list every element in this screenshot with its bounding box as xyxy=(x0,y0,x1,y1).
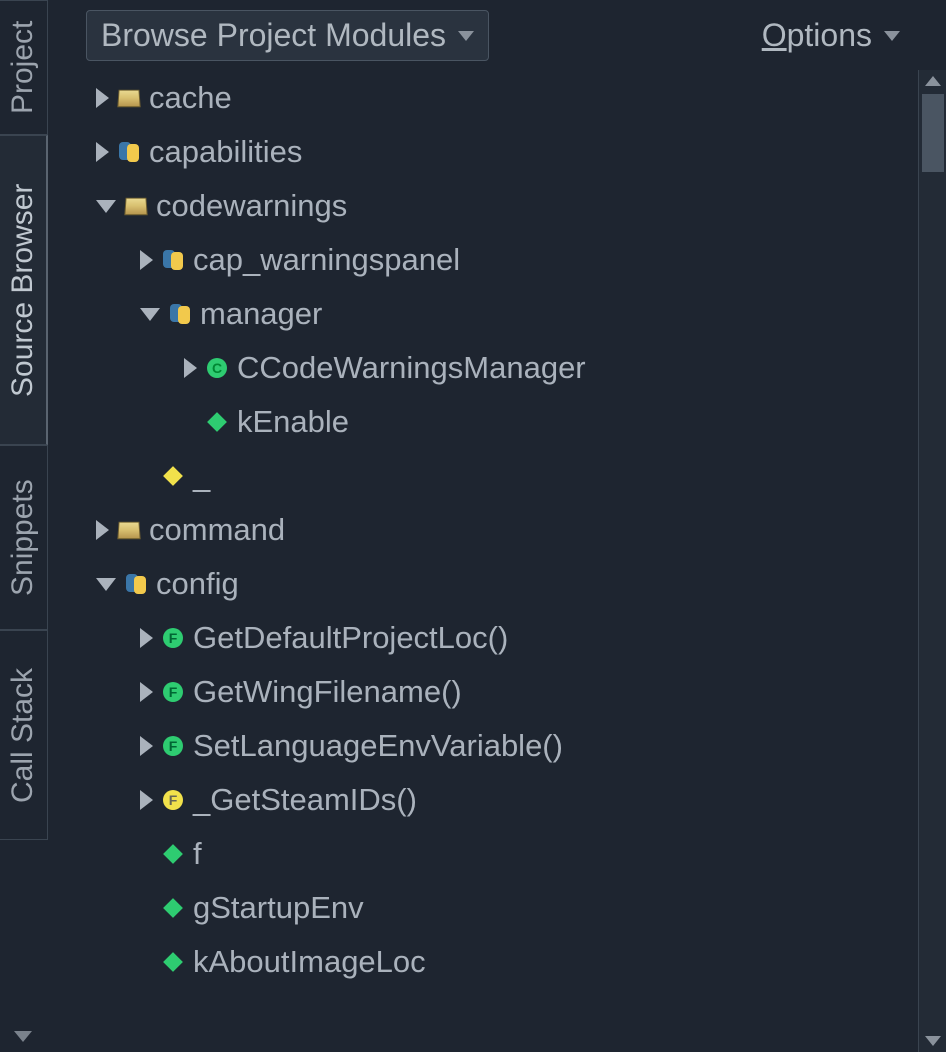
browse-modules-label: Browse Project Modules xyxy=(101,17,446,54)
tree-label: gStartupEnv xyxy=(193,890,364,926)
variable-icon xyxy=(161,842,185,866)
function-icon: F xyxy=(161,788,185,812)
tree-label: kAboutImageLoc xyxy=(193,944,426,980)
variable-icon xyxy=(161,896,185,920)
tree-label: GetDefaultProjectLoc() xyxy=(193,620,508,656)
collapse-icon[interactable] xyxy=(96,200,116,213)
tree-label: cap_warningspanel xyxy=(193,242,460,278)
expand-icon[interactable] xyxy=(96,142,109,162)
package-icon xyxy=(117,86,141,110)
python-module-icon xyxy=(168,302,192,326)
expand-icon[interactable] xyxy=(140,736,153,756)
scroll-down-icon[interactable] xyxy=(925,1036,941,1046)
scroll-thumb[interactable] xyxy=(922,94,944,172)
scroll-up-icon[interactable] xyxy=(925,76,941,86)
tree-label: command xyxy=(149,512,285,548)
tree-row-kenable[interactable]: kEnable xyxy=(88,395,914,449)
package-icon xyxy=(124,194,148,218)
python-module-icon xyxy=(117,140,141,164)
tree-label: config xyxy=(156,566,239,602)
module-tree: cache capabilities codewarnings cap_warn… xyxy=(80,71,914,1052)
class-icon: C xyxy=(205,356,229,380)
tree-row-underscore[interactable]: _ xyxy=(88,449,914,503)
tree-label: GetWingFilename() xyxy=(193,674,462,710)
tree-row-gstartupenv[interactable]: gStartupEnv xyxy=(88,881,914,935)
vertical-scrollbar[interactable] xyxy=(918,70,946,1052)
tree-label: kEnable xyxy=(237,404,349,440)
tree-row-codewarnings[interactable]: codewarnings xyxy=(88,179,914,233)
source-browser-panel: Browse Project Modules Options cache cap… xyxy=(80,0,914,1052)
tree-row-getsteamids[interactable]: F _GetSteamIDs() xyxy=(88,773,914,827)
tree-label: f xyxy=(193,836,202,872)
tree-row-getdefaultprojectloc[interactable]: F GetDefaultProjectLoc() xyxy=(88,611,914,665)
toolbar: Browse Project Modules Options xyxy=(80,0,914,71)
chevron-down-icon xyxy=(458,31,474,41)
tree-row-f[interactable]: f xyxy=(88,827,914,881)
tree-label: cache xyxy=(149,80,232,116)
tree-label: SetLanguageEnvVariable() xyxy=(193,728,563,764)
expand-icon[interactable] xyxy=(96,88,109,108)
browse-modules-dropdown[interactable]: Browse Project Modules xyxy=(86,10,489,61)
variable-icon xyxy=(205,410,229,434)
tab-project[interactable]: Project xyxy=(0,0,48,135)
tree-label: _ xyxy=(193,458,210,494)
collapse-icon[interactable] xyxy=(96,578,116,591)
tree-row-command[interactable]: command xyxy=(88,503,914,557)
variable-icon xyxy=(161,464,185,488)
tree-row-config[interactable]: config xyxy=(88,557,914,611)
function-icon: F xyxy=(161,734,185,758)
tree-row-ccodewarningsmanager[interactable]: C CCodeWarningsManager xyxy=(88,341,914,395)
sidebar-more-icon[interactable] xyxy=(14,1031,32,1042)
package-icon xyxy=(117,518,141,542)
tree-label: CCodeWarningsManager xyxy=(237,350,586,386)
tree-label: codewarnings xyxy=(156,188,347,224)
tree-row-kaboutimageloc[interactable]: kAboutImageLoc xyxy=(88,935,914,989)
options-label: Options xyxy=(762,17,872,54)
collapse-icon[interactable] xyxy=(140,308,160,321)
tree-row-capabilities[interactable]: capabilities xyxy=(88,125,914,179)
tab-source-browser[interactable]: Source Browser xyxy=(0,135,48,445)
expand-icon[interactable] xyxy=(140,682,153,702)
expand-icon[interactable] xyxy=(140,250,153,270)
tree-row-setlanguageenvvariable[interactable]: F SetLanguageEnvVariable() xyxy=(88,719,914,773)
tree-label: _GetSteamIDs() xyxy=(193,782,417,818)
tree-row-getwingfilename[interactable]: F GetWingFilename() xyxy=(88,665,914,719)
python-module-icon xyxy=(161,248,185,272)
tree-row-cache[interactable]: cache xyxy=(88,71,914,125)
expand-icon[interactable] xyxy=(140,790,153,810)
expand-icon[interactable] xyxy=(184,358,197,378)
tree-row-cap-warningspanel[interactable]: cap_warningspanel xyxy=(88,233,914,287)
sidebar-tabs: Project Source Browser Snippets Call Sta… xyxy=(0,0,48,1052)
expand-icon[interactable] xyxy=(140,628,153,648)
tab-call-stack[interactable]: Call Stack xyxy=(0,630,48,840)
expand-icon[interactable] xyxy=(96,520,109,540)
tree-label: capabilities xyxy=(149,134,302,170)
tree-label: manager xyxy=(200,296,322,332)
options-menu[interactable]: Options xyxy=(762,17,900,54)
function-icon: F xyxy=(161,680,185,704)
tab-snippets[interactable]: Snippets xyxy=(0,445,48,630)
function-icon: F xyxy=(161,626,185,650)
python-module-icon xyxy=(124,572,148,596)
chevron-down-icon xyxy=(884,31,900,41)
variable-icon xyxy=(161,950,185,974)
tree-row-manager[interactable]: manager xyxy=(88,287,914,341)
